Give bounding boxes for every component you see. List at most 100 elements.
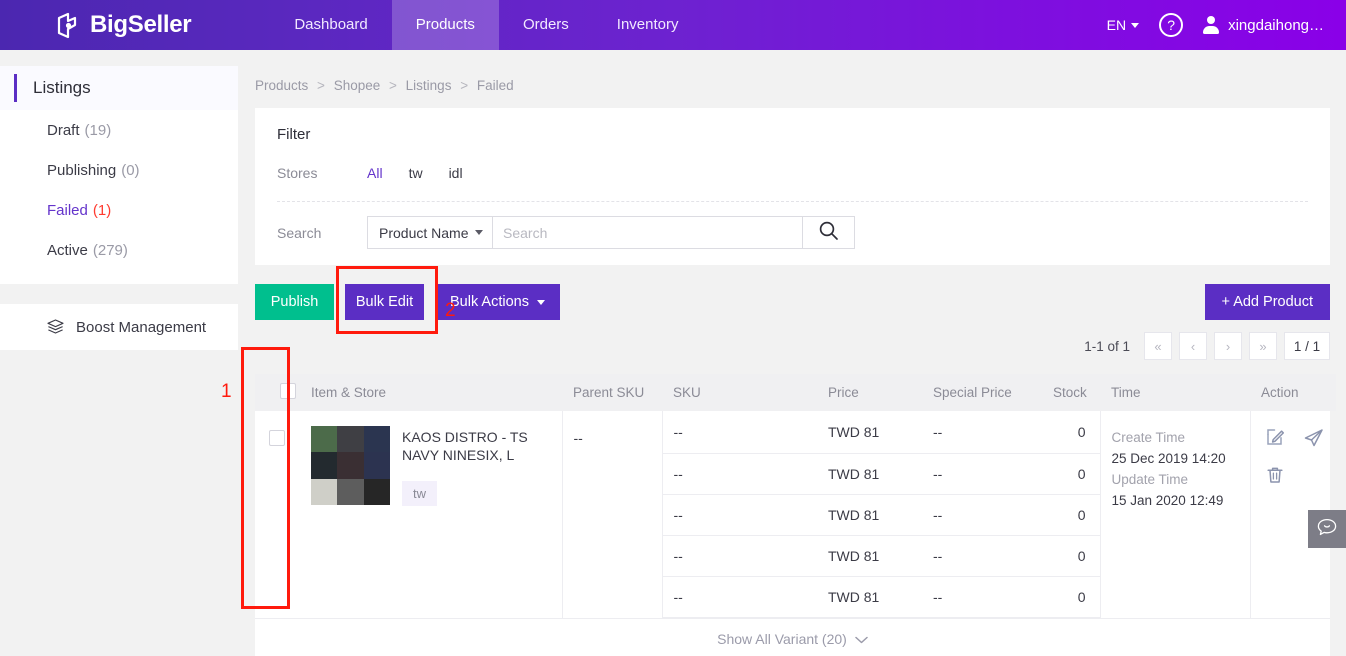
filter-row-stores: Stores All tw idl [277,159,1308,187]
action-toolbar: Publish Bulk Edit Bulk Actions + Add Pro… [255,284,1330,320]
delete-icon[interactable] [1265,465,1285,488]
publish-button[interactable]: Publish [255,284,334,320]
publish-send-icon[interactable] [1303,427,1324,451]
bulk-edit-button[interactable]: Bulk Edit [345,284,424,320]
sidebar-section-title: Listings [0,66,238,110]
update-time-label: Update Time [1111,471,1189,487]
chat-widget-button[interactable] [1308,510,1346,548]
create-time-value: 25 Dec 2019 14:20 [1111,450,1226,466]
parent-sku-value: -- [573,430,583,446]
variant-special-price: -- [922,577,1042,618]
search-field-select[interactable]: Product Name [367,216,493,249]
pagination-prev-button[interactable]: ‹ [1179,332,1207,360]
filter-title: Filter [277,126,311,143]
select-all-header [255,374,300,411]
store-filter-all[interactable]: All [367,165,383,181]
price-variant-list: TWD 81 TWD 81 TWD 81 TWD 81 TWD 81 [817,411,922,618]
show-all-variant-button[interactable]: Show All Variant (20) [255,618,1330,656]
sidebar-boost-label: Boost Management [76,318,207,336]
sku-variant-list: -- -- -- -- -- [662,411,817,618]
sidebar-item-count: (0) [121,161,140,179]
product-name[interactable]: KAOS DISTRO - TS NAVY NINESIX, L [402,428,552,465]
search-group: Product Name [367,216,855,249]
sidebar-item-draft[interactable]: Draft (19) [0,110,238,150]
variant-special-price: -- [922,495,1042,536]
breadcrumb-item-failed[interactable]: Failed [477,78,514,93]
store-filter-idl[interactable]: idl [449,165,463,181]
search-button[interactable] [803,216,855,249]
sidebar-item-publishing[interactable]: Publishing (0) [0,150,238,190]
variant-special-price: -- [922,411,1042,454]
row-select-cell [255,411,300,618]
user-name: xingdaihong… [1228,16,1324,34]
layers-icon [47,319,64,335]
bigseller-logo-icon [55,12,82,39]
search-input[interactable] [493,216,803,249]
language-label: EN [1106,17,1127,33]
price-cell: TWD 81 TWD 81 TWD 81 TWD 81 TWD 81 [817,411,922,618]
variant-stock: 0 [1042,536,1100,577]
column-time: Time [1100,374,1250,411]
breadcrumb-item-products[interactable]: Products [255,78,308,93]
user-menu[interactable]: xingdaihong… [1203,16,1324,34]
bulk-actions-label: Bulk Actions [450,294,529,310]
nav-right-group: EN ? xingdaihong… [1107,13,1324,37]
sidebar-item-boost-management[interactable]: Boost Management [0,304,238,350]
pagination-current-page: 1 / 1 [1284,332,1330,360]
parent-sku-cell: -- [561,411,662,618]
column-sku: SKU [662,374,817,411]
store-filter-tw[interactable]: tw [409,165,423,181]
sidebar-item-label: Draft [47,121,80,139]
main-nav: Dashboard Products Orders Inventory [270,0,702,50]
nav-item-orders[interactable]: Orders [499,0,593,50]
pagination-last-button[interactable]: » [1249,332,1277,360]
table-header: Item & Store Parent SKU SKU Price Specia… [255,374,1336,411]
add-product-button[interactable]: + Add Product [1204,284,1330,320]
breadcrumb-item-shopee[interactable]: Shopee [334,78,381,93]
filter-panel: Filter Stores All tw idl Search Product … [255,108,1330,265]
edit-icon[interactable] [1265,427,1285,451]
pagination-first-button[interactable]: « [1144,332,1172,360]
sidebar-item-failed[interactable]: Failed (1) [0,190,238,230]
action-icons [1251,411,1337,488]
column-price: Price [817,374,922,411]
nav-item-dashboard[interactable]: Dashboard [270,0,391,50]
sidebar-item-count: (279) [92,241,128,259]
brand-logo[interactable]: BigSeller [55,11,192,39]
sidebar-item-label: Publishing [47,161,117,179]
time-cell: Create Time 25 Dec 2019 14:20 Update Tim… [1099,411,1250,618]
sidebar-listings-card: Listings Draft (19) Publishing (0) Faile… [0,66,238,284]
language-selector[interactable]: EN [1106,17,1140,33]
sidebar-item-label: Failed [47,201,88,219]
chevron-down-icon [1131,22,1140,28]
item-store-cell: KAOS DISTRO - TS NAVY NINESIX, L tw [300,411,562,618]
variant-sku: -- [662,536,817,577]
select-all-wrap [266,383,296,402]
variant-special-price: -- [922,536,1042,577]
variant-sku: -- [662,454,817,495]
column-item-store: Item & Store [300,374,562,411]
nav-item-inventory[interactable]: Inventory [593,0,703,50]
row-checkbox[interactable] [269,430,285,446]
sidebar-item-count: (19) [84,121,112,139]
column-parent-sku: Parent SKU [562,374,662,411]
annotation-number-1: 1 [221,381,232,402]
chevron-down-icon [855,631,868,647]
sidebar-item-count: (1) [92,201,112,219]
select-all-checkbox[interactable] [280,383,296,399]
question-mark-icon[interactable]: ? [1159,13,1184,37]
special-price-cell: -- -- -- -- -- [922,411,1042,618]
variant-stock: 0 [1042,495,1100,536]
stock-cell: 0 0 0 0 0 [1042,411,1100,618]
special-price-variant-list: -- -- -- -- -- [922,411,1042,618]
sidebar-item-active[interactable]: Active (279) [0,230,238,270]
product-thumbnail[interactable] [311,426,390,505]
variant-stock: 0 [1042,411,1100,454]
pagination-next-button[interactable]: › [1214,332,1242,360]
variant-price: TWD 81 [817,577,922,618]
breadcrumb-item-listings[interactable]: Listings [406,78,452,93]
sidebar-item-label: Active [47,241,88,259]
variant-sku: -- [662,495,817,536]
variant-stock: 0 [1042,577,1100,618]
nav-item-products[interactable]: Products [391,0,499,50]
